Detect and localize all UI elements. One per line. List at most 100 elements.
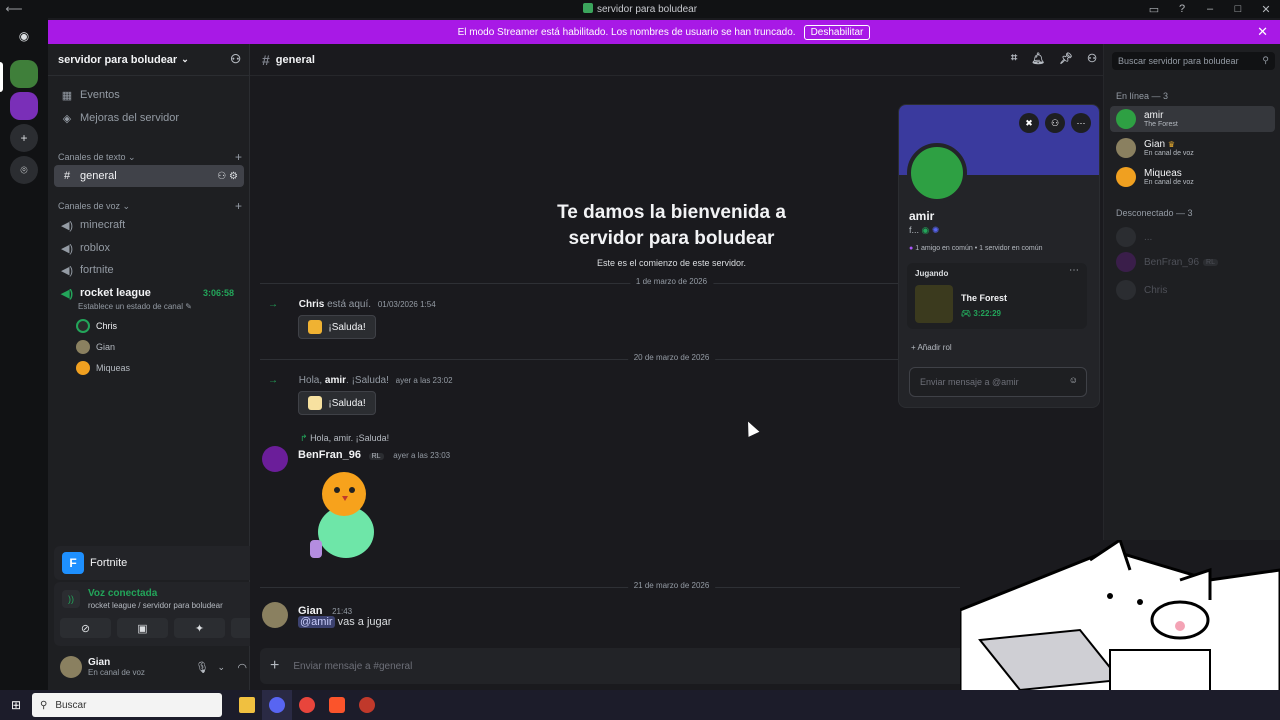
windows-start-icon[interactable]: ⊞ [0,698,32,712]
voice-channel-roblox[interactable]: ◀) roblox [54,237,244,259]
chat-header: # general ⌗ 🔔︎ 📌︎ ⚇ [250,44,1103,76]
mutual-info[interactable]: ● 1 amigo en común • 1 servidor en común [909,245,1043,252]
game-invite-icon[interactable]: ✖ [1019,113,1039,133]
signal-icon[interactable]: )) [62,590,80,608]
threads-icon[interactable]: ⌗ [1011,52,1017,65]
member-benfran[interactable]: BenFran_96 RL [1110,249,1275,275]
chevron-down-icon[interactable]: ⌄ [217,662,225,673]
online-category: En línea — 3 [1116,91,1169,101]
screen-share-button[interactable]: ▣ [117,618,168,638]
channel-settings-icon[interactable]: ⚇ ⚙ [217,171,238,182]
taskbar-search-input[interactable]: ⚲ Buscar [32,693,222,717]
message-author[interactable]: BenFran_96 [298,449,361,461]
avatar[interactable] [262,602,288,628]
close-window-button[interactable]: ✕ [1252,0,1280,18]
profile-message-input[interactable]: Enviar mensaje a @amir ☺ [909,367,1087,397]
server-search-input[interactable]: Buscar servidor para boludear ⚲ [1112,52,1275,70]
file-explorer-icon[interactable] [232,690,262,720]
voice-user-chris[interactable]: Chris [76,317,117,335]
emoji-icon[interactable]: ☺ [1069,375,1078,385]
reply-preview[interactable]: ↱ Hola, amir. ¡Saluda! [300,433,389,444]
member-chris[interactable]: Chris [1110,277,1275,303]
profile-avatar[interactable] [907,143,967,203]
channel-status-text: Establece un estado de canal [78,302,183,311]
sidebar-item-boosts[interactable]: ◈ Mejoras del servidor [54,107,244,129]
minimize-button[interactable]: – [1196,0,1224,18]
microphone-icon[interactable]: 🎙 [195,661,209,674]
members-icon[interactable]: ⚇ [1087,52,1097,65]
close-banner-icon[interactable]: ✕ [1257,24,1268,40]
voice-user-gian[interactable]: Gian [76,338,115,356]
voice-channel-rocket-league[interactable]: ◀) rocket league 3:06:58 [54,282,244,304]
date-label: 1 de marzo de 2026 [629,277,714,286]
boost-icon: ◈ [62,112,72,125]
member-gian[interactable]: Gian ♛ En canal de voz [1110,135,1275,161]
member-miqueas[interactable]: Miqueas En canal de voz [1110,164,1275,190]
date-label: 20 de marzo de 2026 [627,353,716,362]
voice-channel-minecraft[interactable]: ◀) minecraft [54,214,244,236]
maximize-button[interactable]: □ [1224,0,1252,18]
member-status: En canal de voz [1144,150,1194,157]
add-friend-icon[interactable]: ⚇ [1045,113,1065,133]
welcome-line-1: Te damos la bienvenida a [557,202,786,223]
activity-time: 🎮︎ 3:22:29 [961,309,1001,318]
camera-off-button[interactable]: ⊘ [60,618,111,638]
app-icon [582,3,593,13]
category-voice-channels[interactable]: Canales de voz ⌄ + [58,199,242,213]
channel-status-prompt[interactable]: Establece un estado de canal ✎ [78,302,192,311]
speaker-icon: ◀) [60,242,74,255]
mutual-avatar-icon: ● [909,245,914,252]
system-user-name[interactable]: Chris [299,299,325,310]
activities-button[interactable]: ✦ [174,618,225,638]
discord-taskbar-icon[interactable] [262,690,292,720]
explore-icon[interactable]: ⌾ [10,156,38,184]
avatar[interactable] [60,656,82,678]
streamer-mode-banner: El modo Streamer está habilitado. Los no… [48,20,1280,44]
disable-streamer-button[interactable]: Deshabilitar [803,24,871,40]
add-voice-channel-icon[interactable]: + [235,199,242,213]
sidebar-item-events[interactable]: ▦ Eventos [54,84,244,106]
window-titlebar: ⟵ servidor para boludear ▭ ? – □ ✕ [0,0,1280,18]
wave-label: ¡Saluda! [328,397,366,409]
server-icon-boludear[interactable] [10,60,38,88]
system-user-name[interactable]: amir [325,375,346,386]
brave-icon[interactable] [322,690,352,720]
pin-icon[interactable]: 📌︎ [1059,52,1073,65]
hash-icon: # [262,51,270,68]
invite-icon[interactable]: ⚇ [230,52,241,66]
chrome-icon[interactable] [292,690,322,720]
channel-title: general [275,53,315,66]
inbox-icon[interactable]: ▭ [1140,0,1168,18]
headphones-icon[interactable]: ◠ [237,661,247,674]
app-icon[interactable] [352,690,382,720]
add-attachment-icon[interactable]: + [270,657,279,675]
add-text-channel-icon[interactable]: + [235,150,242,164]
server-icon-2[interactable] [10,92,38,120]
activity-label: Jugando [915,269,949,278]
wave-button[interactable]: ¡Saluda! [298,391,376,415]
server-header[interactable]: servidor para boludear ⌄ ⚇ [48,44,249,76]
discord-home-icon[interactable]: ◉ [10,22,38,50]
member-status: En canal de voz [1144,179,1194,186]
add-role-button[interactable]: + Añadir rol [911,343,952,352]
activity-game-name: The Forest [961,293,1008,303]
more-options-icon[interactable]: ⋯ [1071,113,1091,133]
avatar [1116,227,1136,247]
wave-button[interactable]: ¡Saluda! [298,315,376,339]
server-rail: ◉ + ⌾ [0,18,48,690]
avatar[interactable] [262,446,288,472]
profile-actions: ✖ ⚇ ⋯ [1019,113,1091,133]
help-icon[interactable]: ? [1168,0,1196,18]
activity-more-icon[interactable]: ⋯ [1069,265,1079,276]
member-offline[interactable]: ... [1110,224,1275,250]
bell-icon[interactable]: 🔔︎ [1031,52,1045,65]
channel-general[interactable]: # general ⚇ ⚙ [54,165,244,187]
voice-channel-fortnite[interactable]: ◀) fortnite [54,259,244,281]
category-text-channels[interactable]: Canales de texto ⌄ + [58,150,242,164]
fortnite-icon: F [62,552,84,574]
speaker-active-icon: ◀) [60,287,74,300]
add-server-icon[interactable]: + [10,124,38,152]
member-amir[interactable]: amir The Forest [1110,106,1275,132]
voice-user-miqueas[interactable]: Miqueas [76,359,130,377]
user-mention[interactable]: @amir [298,616,335,628]
